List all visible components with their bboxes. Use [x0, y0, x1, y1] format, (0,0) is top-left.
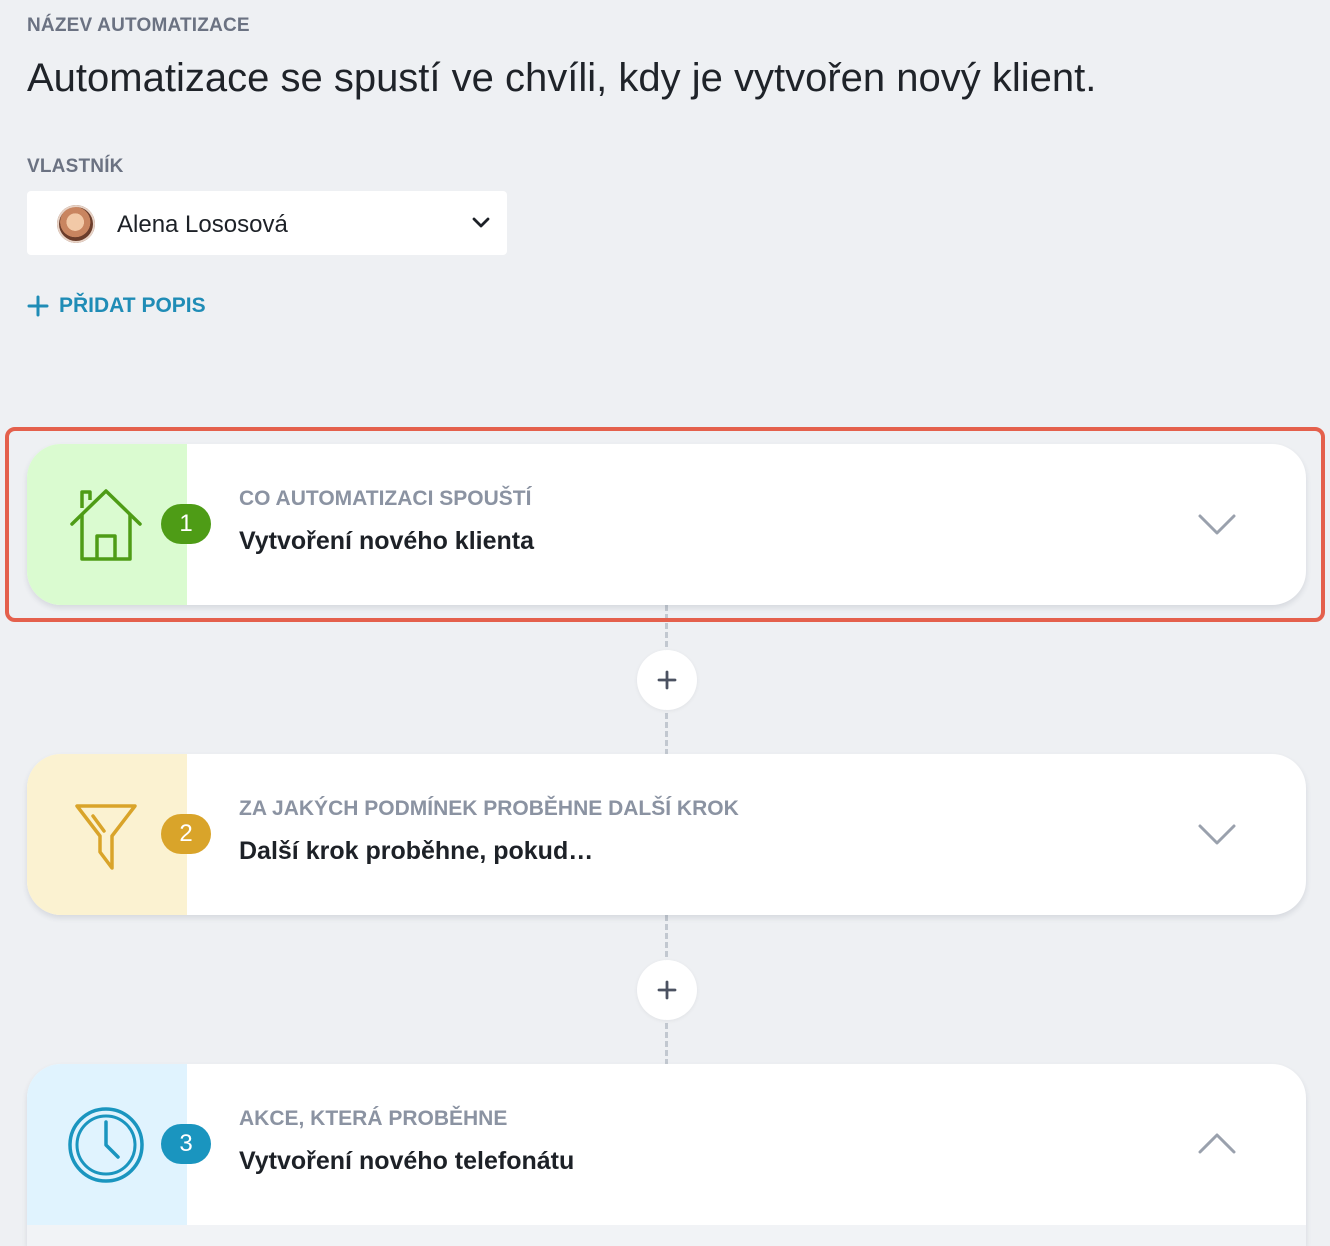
- step-icon-panel: [27, 1064, 187, 1246]
- step-detail-area: [27, 1225, 1306, 1246]
- automation-name[interactable]: Automatizace se spustí ve chvíli, kdy je…: [27, 56, 1096, 101]
- avatar: [57, 205, 95, 243]
- plus-icon: [657, 670, 677, 690]
- step-number-badge: 3: [161, 1124, 211, 1164]
- chevron-up-icon[interactable]: [1197, 1129, 1237, 1159]
- step-card-trigger[interactable]: 1 CO AUTOMATIZACI SPOUŠTÍ Vytvoření nové…: [27, 444, 1306, 605]
- clock-icon: [68, 1107, 144, 1183]
- plus-icon: [657, 980, 677, 1000]
- step-title: Vytvoření nového klienta: [239, 527, 534, 555]
- step-title: Vytvoření nového telefonátu: [239, 1147, 575, 1175]
- automation-name-label: NÁZEV AUTOMATIZACE: [27, 15, 250, 36]
- step-number-badge: 1: [161, 504, 211, 544]
- chevron-down-icon[interactable]: [1197, 509, 1237, 539]
- funnel-icon: [75, 804, 137, 870]
- step-number-badge: 2: [161, 814, 211, 854]
- add-description-label: PŘIDAT POPIS: [59, 294, 206, 317]
- add-description-button[interactable]: PŘIDAT POPIS: [27, 294, 206, 318]
- owner-select[interactable]: Alena Lososová: [27, 191, 507, 255]
- step-card-action[interactable]: 3 AKCE, KTERÁ PROBĚHNE Vytvoření nového …: [27, 1064, 1306, 1246]
- step-caption: CO AUTOMATIZACI SPOUŠTÍ: [239, 487, 532, 510]
- chevron-down-icon[interactable]: [1197, 819, 1237, 849]
- step-card-condition[interactable]: 2 ZA JAKÝCH PODMÍNEK PROBĚHNE DALŠÍ KROK…: [27, 754, 1306, 915]
- step-caption: ZA JAKÝCH PODMÍNEK PROBĚHNE DALŠÍ KROK: [239, 797, 739, 820]
- add-step-button[interactable]: [637, 650, 697, 710]
- plus-icon: [27, 295, 49, 317]
- step-title: Další krok proběhne, pokud…: [239, 837, 594, 865]
- house-icon: [70, 489, 142, 561]
- owner-name: Alena Lososová: [117, 211, 288, 238]
- step-caption: AKCE, KTERÁ PROBĚHNE: [239, 1107, 508, 1130]
- owner-label: VLASTNÍK: [27, 156, 124, 177]
- chevron-down-icon: [472, 217, 490, 228]
- add-step-button[interactable]: [637, 960, 697, 1020]
